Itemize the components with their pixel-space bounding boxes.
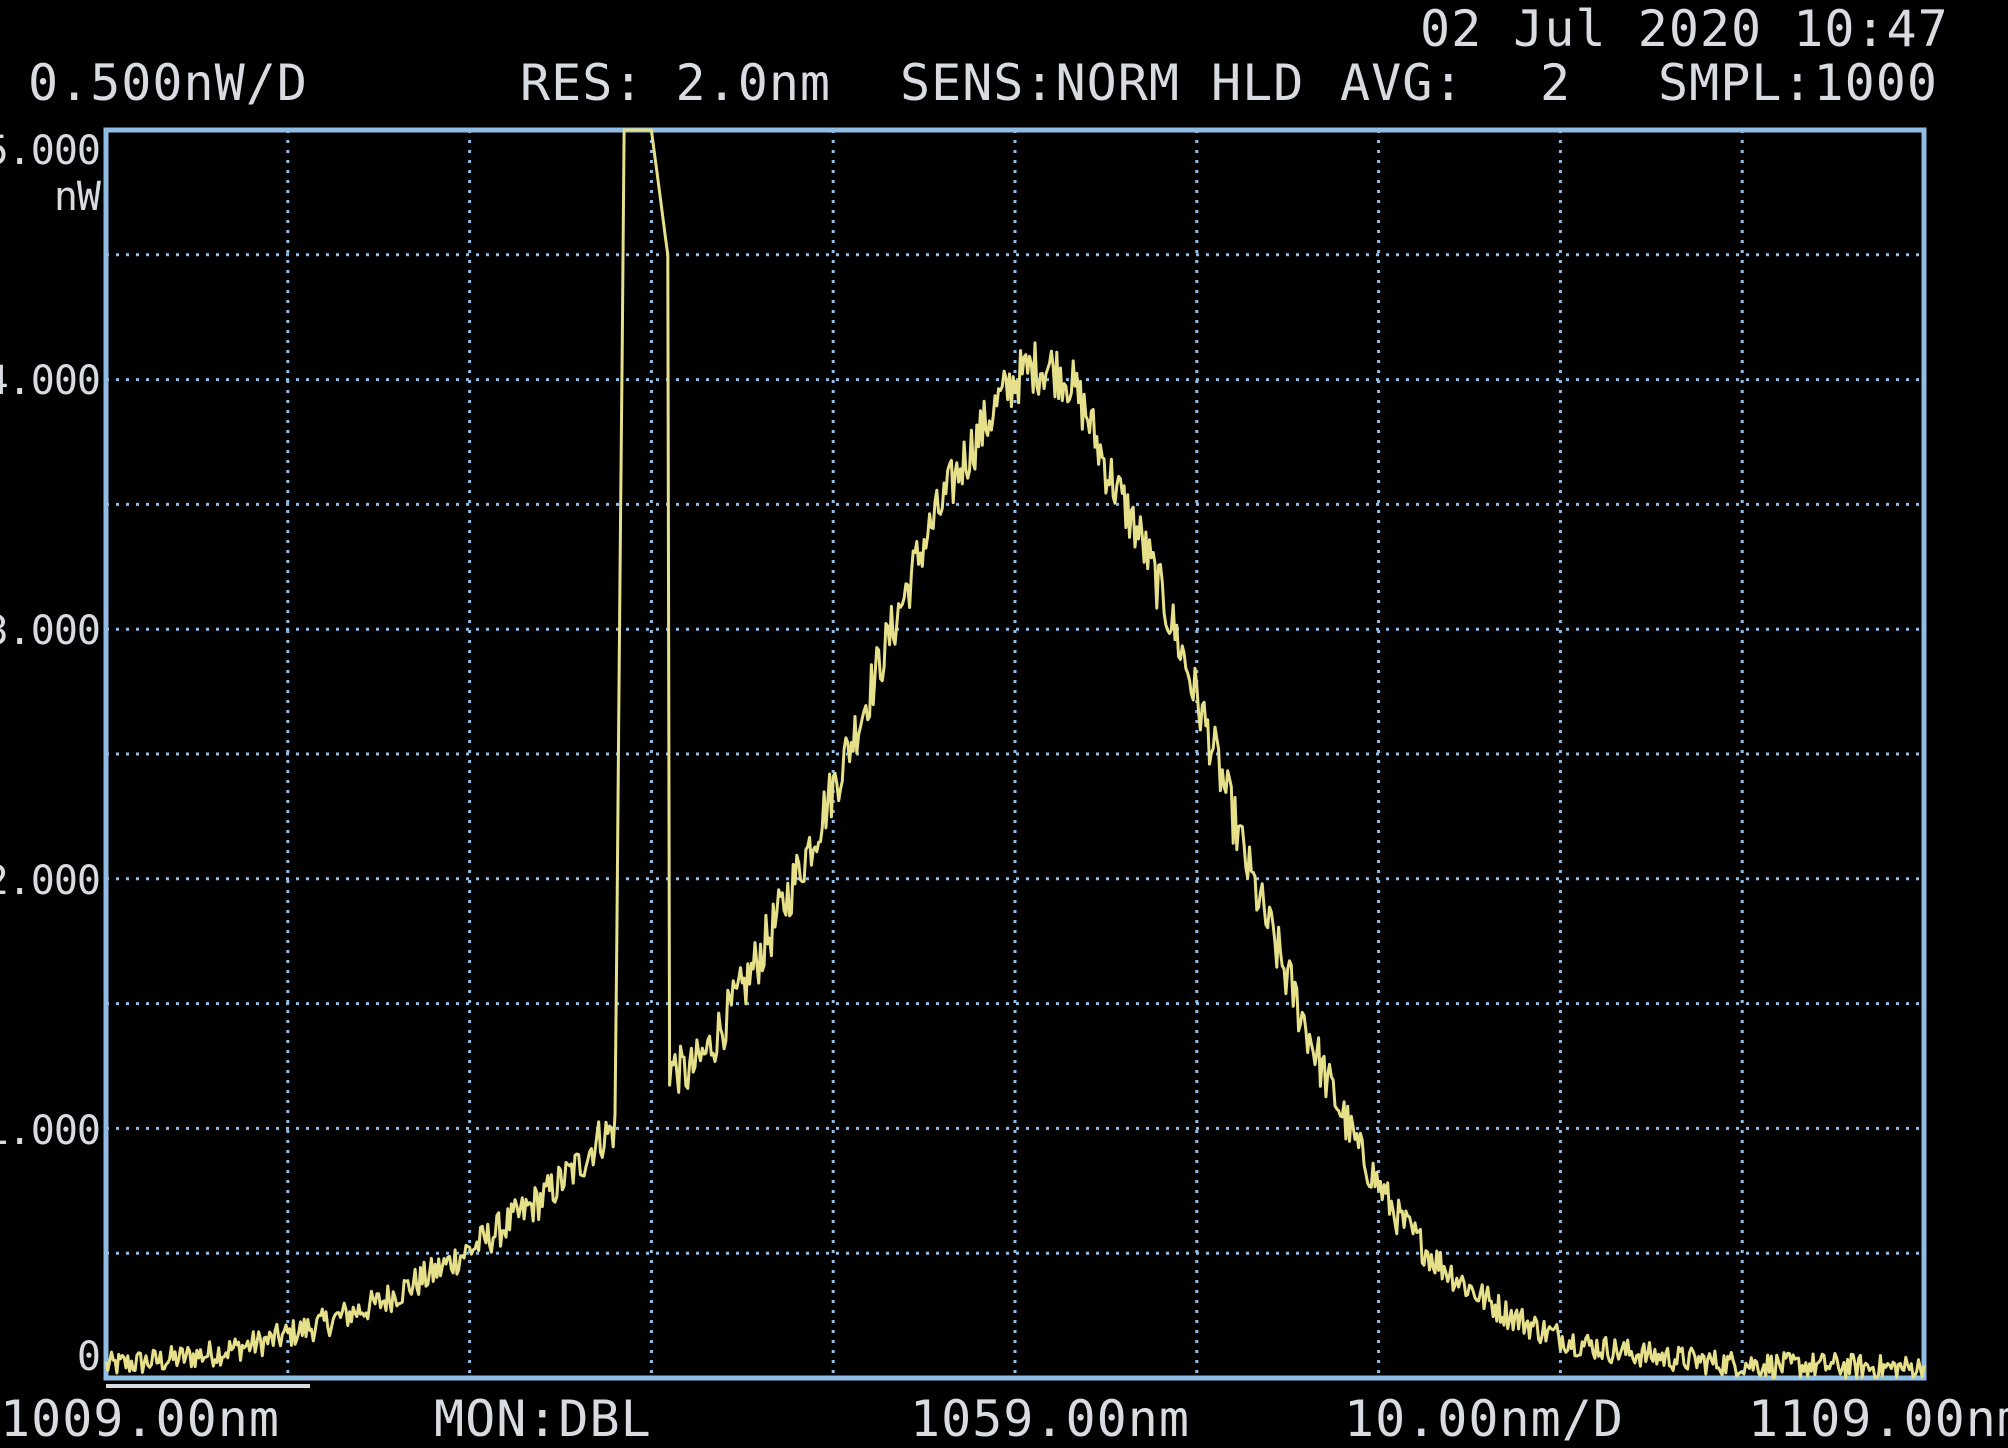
span-per-division-label: 10.00nm/D [1344, 1390, 1624, 1448]
grid [106, 130, 1924, 1378]
spectrum-plot [103, 127, 1927, 1388]
center-wavelength-label: 1059.00nm [910, 1390, 1190, 1448]
stop-wavelength-label: 1109.00nm [1748, 1390, 2008, 1448]
monitor-mode-label: MON:DBL [434, 1390, 652, 1448]
osa-screen: 02 Jul 2020 10:47 0.500nW/D RES: 2.0nm S… [0, 0, 2008, 1446]
start-wavelength-label: 1009.00nm [0, 1390, 280, 1448]
